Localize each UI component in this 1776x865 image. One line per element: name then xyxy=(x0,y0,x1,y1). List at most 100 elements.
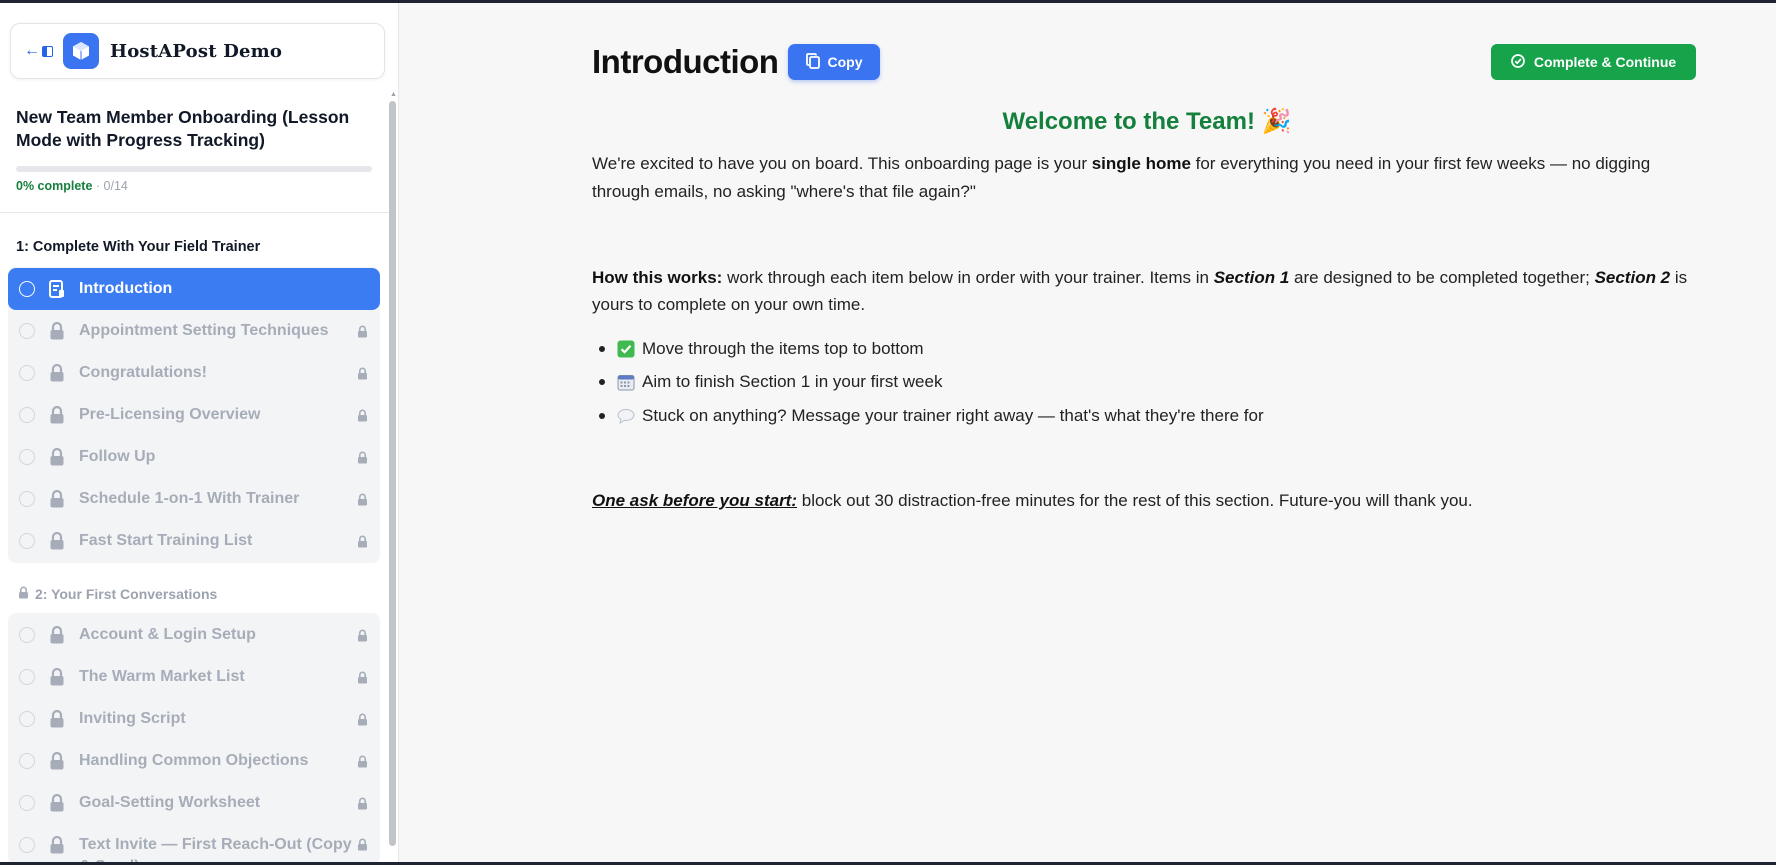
copy-button[interactable]: Copy xyxy=(788,44,880,80)
sidebar-lesson-account-login[interactable]: Account & Login Setup xyxy=(8,614,380,656)
progress-text: 0% complete · 0/14 xyxy=(16,179,128,193)
sidebar-lesson-objections[interactable]: Handling Common Objections xyxy=(8,740,380,782)
sidebar-lesson-pre-licensing[interactable]: Pre-Licensing Overview xyxy=(8,394,380,436)
list-item-text: Stuck on anything? Message your trainer … xyxy=(642,405,1264,425)
list-item-text: Aim to finish Section 1 in your first we… xyxy=(642,372,943,392)
lock-icon xyxy=(49,405,65,424)
lesson-doc-icon xyxy=(49,280,65,298)
lesson-label: Follow Up xyxy=(79,448,156,465)
lesson-label: Schedule 1-on-1 With Trainer xyxy=(79,490,300,507)
lesson-label: Congratulations! xyxy=(79,364,207,381)
tips-list: Move through the items top to bottom Aim… xyxy=(592,332,1702,433)
lock-icon xyxy=(357,671,368,684)
lock-icon xyxy=(49,709,65,728)
lesson-body: Welcome to the Team! 🎉 We're excited to … xyxy=(592,103,1702,510)
sidebar-lesson-appointment-setting[interactable]: Appointment Setting Techniques xyxy=(8,310,380,352)
lesson-label: Goal-Setting Worksheet xyxy=(79,794,261,811)
one-ask-paragraph: One ask before you start: block out 30 d… xyxy=(592,487,1702,515)
sidebar-lesson-introduction[interactable]: Introduction xyxy=(8,268,380,310)
course-progress-bar xyxy=(16,166,372,172)
sidebar-lesson-fast-start[interactable]: Fast Start Training List xyxy=(8,520,380,562)
brand-name: HostAPost Demo xyxy=(110,40,283,62)
sidebar-lesson-inviting-script[interactable]: Inviting Script xyxy=(8,698,380,740)
course-title: New Team Member Onboarding (Lesson Mode … xyxy=(16,107,350,150)
lock-icon xyxy=(49,321,65,340)
section-heading-label: 2: Your First Conversations xyxy=(35,586,218,602)
lesson-label: Handling Common Objections xyxy=(79,752,309,769)
page-title: Introduction xyxy=(592,43,779,80)
lesson-status-radio xyxy=(19,753,35,769)
progress-count: · 0/14 xyxy=(92,179,128,193)
sidebar-lesson-text-invite[interactable]: Text Invite — First Reach-Out (Copy & Se… xyxy=(8,824,380,862)
copy-icon xyxy=(805,52,820,72)
lock-icon xyxy=(357,838,368,851)
lesson-label: Fast Start Training List xyxy=(79,532,253,549)
lesson-status-radio xyxy=(19,669,35,685)
lesson-status-radio xyxy=(19,491,35,507)
sidebar-lesson-congratulations[interactable]: Congratulations! xyxy=(8,352,380,394)
list-item: Aim to finish Section 1 in your first we… xyxy=(592,366,1702,400)
lesson-status-radio xyxy=(19,365,35,381)
intro-text: We're excited to have you on board. This… xyxy=(592,154,1092,173)
sidebar-lesson-goal-setting[interactable]: Goal-Setting Worksheet xyxy=(8,782,380,824)
lesson-label: The Warm Market List xyxy=(79,668,245,685)
lock-icon xyxy=(357,713,368,726)
sidebar-lesson-schedule-1on1[interactable]: Schedule 1-on-1 With Trainer xyxy=(8,478,380,520)
lesson-label: Appointment Setting Techniques xyxy=(79,322,329,339)
one-ask-label: One ask before you start: xyxy=(592,491,798,510)
lesson-status-radio xyxy=(19,711,35,727)
brand-card: ← HostAPost Demo xyxy=(10,23,385,79)
section-1-ref: Section 1 xyxy=(1213,268,1290,287)
lock-icon xyxy=(357,535,368,548)
how-it-works-label: How this works: xyxy=(592,268,723,287)
lock-icon xyxy=(49,835,65,854)
sidebar-lesson-warm-market[interactable]: The Warm Market List xyxy=(8,656,380,698)
sidebar-scrollbar[interactable]: ▲ xyxy=(388,91,397,855)
complete-continue-button[interactable]: Complete & Continue xyxy=(1491,44,1696,80)
lock-icon xyxy=(49,531,65,550)
lock-icon xyxy=(49,447,65,466)
lesson-label: Account & Login Setup xyxy=(79,626,256,643)
lock-icon xyxy=(49,667,65,686)
lock-icon xyxy=(49,489,65,508)
lesson-status-radio xyxy=(19,449,35,465)
lesson-status-radio xyxy=(19,323,35,339)
sidebar-lesson-follow-up[interactable]: Follow Up xyxy=(8,436,380,478)
speech-bubble-emoji xyxy=(617,407,635,425)
lock-icon xyxy=(357,493,368,506)
course-sidebar: ← HostAPost Demo New Team Member Onboard… xyxy=(0,3,399,862)
lock-icon xyxy=(357,755,368,768)
lesson-status-radio xyxy=(19,837,35,853)
list-item: Stuck on anything? Message your trainer … xyxy=(592,399,1702,433)
welcome-heading: Welcome to the Team! 🎉 xyxy=(1002,108,1292,135)
intro-paragraph: We're excited to have you on board. This… xyxy=(592,150,1702,206)
lock-icon xyxy=(357,325,368,338)
lesson-label: Pre-Licensing Overview xyxy=(79,406,261,423)
list-item-text: Move through the items top to bottom xyxy=(642,338,924,358)
progress-percent: 0% complete xyxy=(16,179,93,193)
lesson-label: Text Invite — First Reach-Out (Copy & Se… xyxy=(79,836,352,862)
complete-button-label: Complete & Continue xyxy=(1533,54,1677,70)
lock-icon xyxy=(357,797,368,810)
lesson-status-radio xyxy=(19,407,35,423)
back-arrow-icon: ← xyxy=(24,42,40,59)
check-circle-icon xyxy=(1510,53,1525,71)
how-text-1: work through each item below in order wi… xyxy=(722,268,1214,287)
section-2-ref: Section 2 xyxy=(1594,268,1671,287)
scroll-up-arrow-icon[interactable]: ▲ xyxy=(390,91,397,98)
lock-icon xyxy=(49,625,65,644)
lock-icon xyxy=(49,751,65,770)
scrollbar-thumb[interactable] xyxy=(389,101,396,846)
how-it-works-paragraph: How this works: work through each item b… xyxy=(592,264,1702,318)
lesson-status-radio xyxy=(19,533,35,549)
lesson-label: Inviting Script xyxy=(79,710,186,727)
intro-emphasis: single home xyxy=(1091,154,1191,173)
how-text-2: are designed to be completed together; xyxy=(1289,268,1595,287)
bullet-dot xyxy=(599,412,605,419)
back-button[interactable]: ← xyxy=(24,42,53,60)
section-heading-1: 1: Complete With Your Field Trainer xyxy=(16,239,261,255)
lesson-status-radio xyxy=(19,281,35,297)
copy-button-label: Copy xyxy=(827,54,863,70)
lock-icon xyxy=(18,586,29,602)
lock-icon xyxy=(49,363,65,382)
